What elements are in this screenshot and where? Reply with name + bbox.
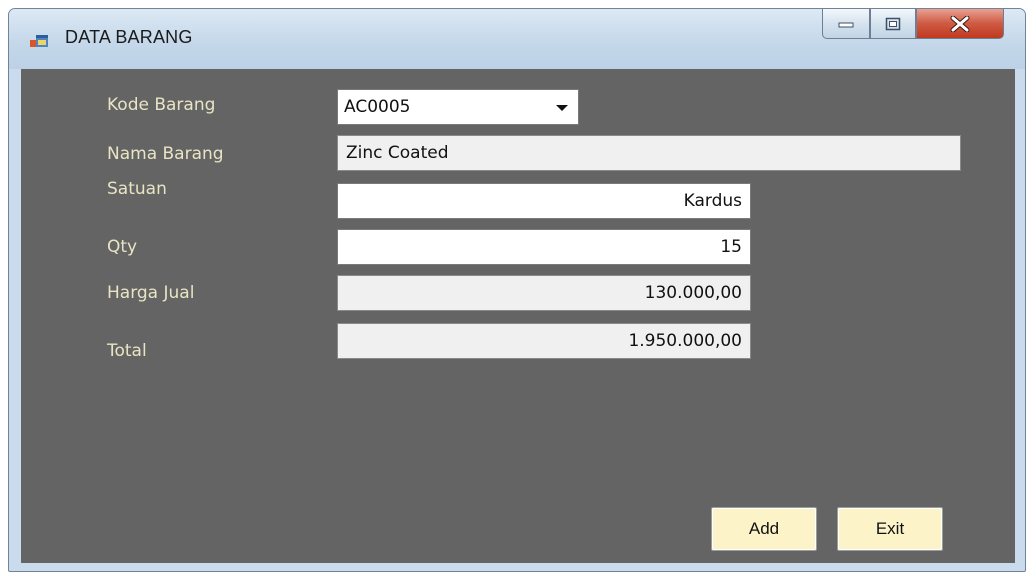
satuan-field[interactable]: Kardus	[337, 183, 751, 219]
kode-barang-value: AC0005	[344, 97, 411, 117]
window-app-icon	[30, 35, 48, 47]
title-bar[interactable]: DATA BARANG	[9, 9, 1025, 69]
close-icon	[950, 15, 970, 32]
add-button[interactable]: Add	[711, 507, 817, 551]
data-barang-window: DATA BARANG Kode Barang AC0005 Nama Bara…	[8, 8, 1026, 572]
nama-barang-label: Nama Barang	[107, 144, 224, 164]
harga-jual-label: Harga Jual	[107, 283, 195, 303]
maximize-button[interactable]	[870, 9, 916, 39]
kode-barang-combo[interactable]: AC0005	[337, 89, 579, 125]
harga-jual-field[interactable]: 130.000,00	[337, 275, 751, 311]
qty-label: Qty	[107, 237, 138, 257]
form-client-area: Kode Barang AC0005 Nama Barang Zinc Coat…	[21, 69, 1015, 563]
nama-barang-field[interactable]: Zinc Coated	[337, 135, 961, 171]
close-button[interactable]	[916, 9, 1004, 39]
exit-button[interactable]: Exit	[837, 507, 943, 551]
maximize-icon	[885, 17, 901, 30]
satuan-label: Satuan	[107, 179, 167, 199]
kode-barang-label: Kode Barang	[107, 95, 216, 115]
minimize-button[interactable]	[822, 9, 870, 39]
chevron-down-icon[interactable]	[556, 105, 568, 111]
window-title: DATA BARANG	[65, 27, 193, 47]
minimize-icon	[838, 22, 854, 27]
total-field[interactable]: 1.950.000,00	[337, 323, 751, 359]
total-label: Total	[107, 341, 147, 361]
qty-field[interactable]: 15	[337, 229, 751, 265]
